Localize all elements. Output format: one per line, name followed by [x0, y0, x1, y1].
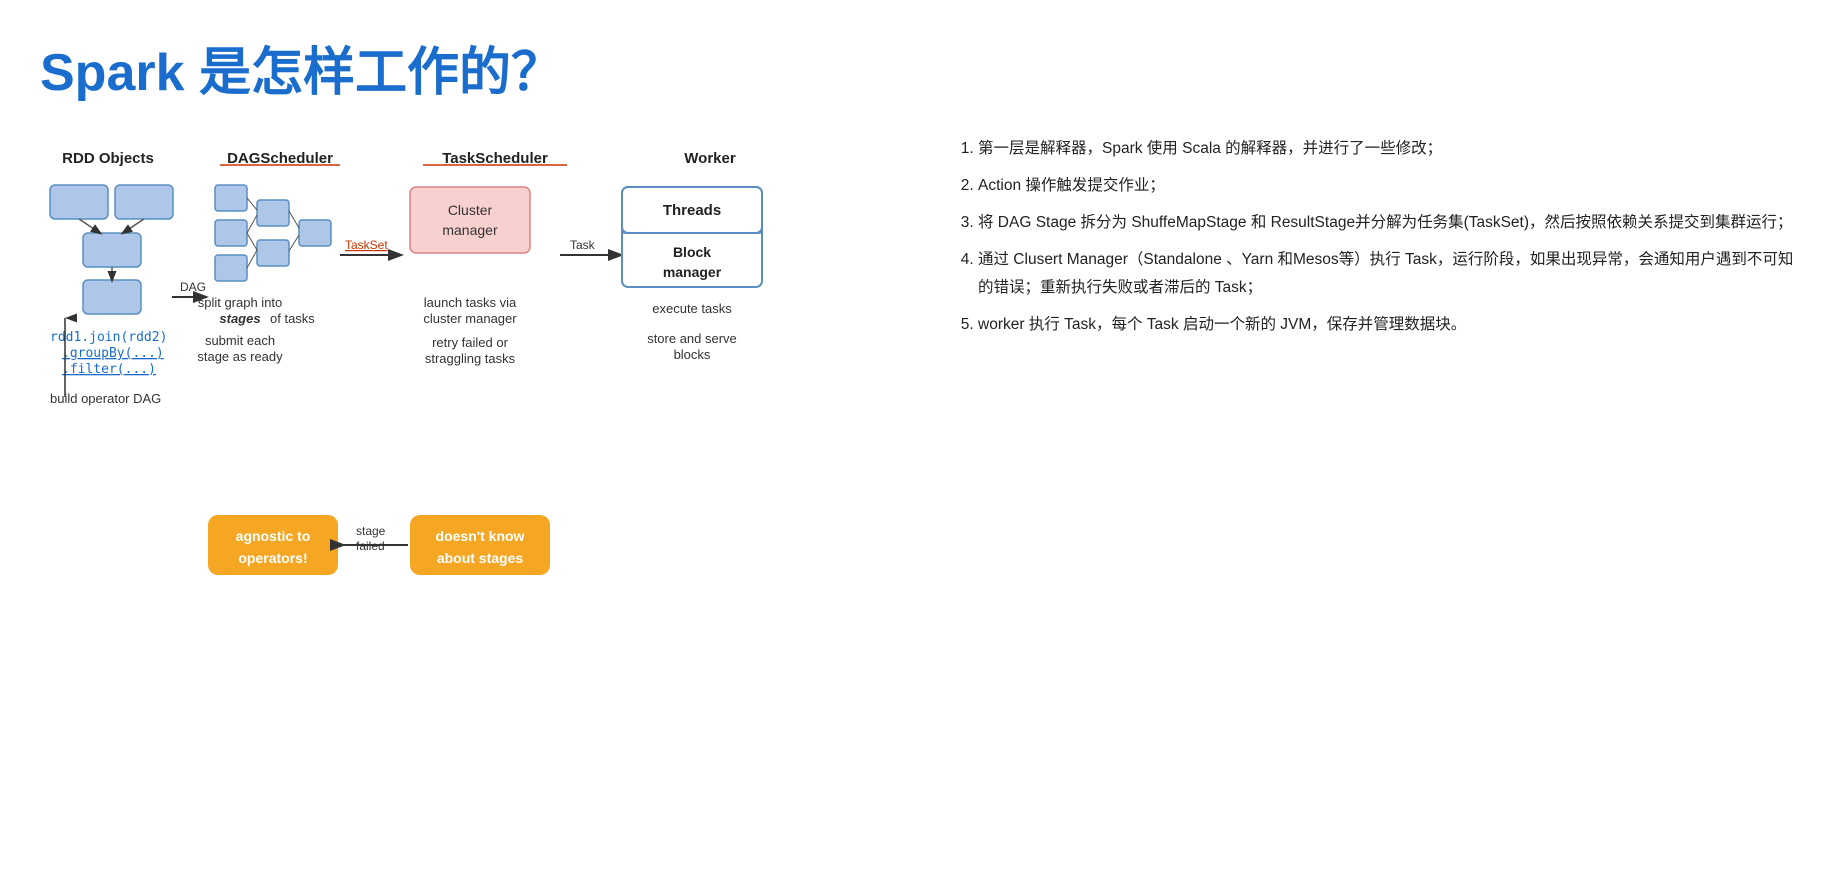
dag-desc-2b: stage as ready	[197, 349, 283, 364]
note-item-2: Action 操作触发提交作业；	[978, 172, 1802, 199]
notes-section: 第一层是解释器，Spark 使用 Scala 的解释器，并进行了一些修改； Ac…	[950, 135, 1802, 348]
dag-badge-line1: agnostic to	[236, 528, 311, 544]
dag-badge-line2: operators!	[238, 550, 307, 566]
dag-desc-2a: submit each	[205, 333, 275, 348]
task-worker-label: Task	[570, 238, 596, 252]
dag-desc-of-tasks: of tasks	[270, 311, 315, 326]
note-item-5: worker 执行 Task，每个 Task 启动一个新的 JVM，保存并管理数…	[978, 311, 1802, 338]
col-header-worker: Worker	[684, 150, 736, 167]
worker-block-line2: manager	[663, 264, 722, 280]
task-desc-2b: straggling tasks	[425, 351, 516, 366]
st-arrow-5	[289, 211, 299, 228]
st-arrow-6	[289, 235, 299, 251]
task-desc-1a: launch tasks via	[424, 295, 517, 310]
page-title: Spark 是怎样工作的？	[40, 30, 1802, 105]
note-item-3: 将 DAG Stage 拆分为 ShuffeMapStage 和 ResultS…	[978, 209, 1802, 236]
dag-desc-stages: stages	[219, 311, 260, 326]
task-badge-line2: about stages	[437, 550, 524, 566]
stage-box-1-1	[215, 185, 247, 211]
cluster-manager-line1: Cluster	[448, 202, 493, 218]
task-orange-badge	[410, 515, 550, 575]
worker-desc-2a: store and serve	[647, 331, 737, 346]
notes-list: 第一层是解释器，Spark 使用 Scala 的解释器，并进行了一些修改； Ac…	[950, 135, 1802, 338]
col-header-rdd: RDD Objects	[62, 150, 154, 167]
rdd-arrow-2	[123, 219, 144, 233]
task-desc-1b: cluster manager	[423, 311, 517, 326]
stage-failed-label-2: failed	[356, 539, 385, 553]
st-arrow-3	[247, 250, 257, 268]
code-line2: .groupBy(...)	[62, 346, 164, 361]
task-badge-line1: doesn't know	[436, 528, 525, 544]
rdd-box-4	[83, 280, 141, 314]
cluster-manager-line2: manager	[442, 222, 498, 238]
main-content: RDD Objects DAGScheduler TaskScheduler W…	[40, 135, 1802, 730]
dag-desc-1: split graph into	[198, 295, 283, 310]
worker-desc-2b: blocks	[674, 347, 711, 362]
taskset-label: TaskSet	[345, 238, 388, 252]
stage-box-2-2	[257, 240, 289, 266]
st-arrow-2	[247, 215, 257, 233]
code-line1: rdd1.join(rdd2)	[50, 330, 167, 345]
diagram-svg: RDD Objects DAGScheduler TaskScheduler W…	[40, 135, 900, 725]
st-arrow-4	[247, 233, 257, 250]
rdd-box-3	[83, 233, 141, 267]
note-item-1: 第一层是解释器，Spark 使用 Scala 的解释器，并进行了一些修改；	[978, 135, 1802, 162]
build-dag-label: build operator DAG	[50, 391, 161, 406]
dag-orange-badge	[208, 515, 338, 575]
cluster-manager-box	[410, 187, 530, 253]
stage-box-1-2	[215, 220, 247, 246]
worker-threads-label: Threads	[663, 202, 721, 219]
diagram-area: RDD Objects DAGScheduler TaskScheduler W…	[40, 135, 910, 730]
stage-box-3-1	[299, 220, 331, 246]
stage-box-1-3	[215, 255, 247, 281]
rdd-box-2	[115, 185, 173, 219]
stage-failed-label-1: stage	[356, 524, 386, 538]
rdd-arrow-1	[79, 219, 100, 233]
task-desc-2a: retry failed or	[432, 335, 509, 350]
worker-desc-1: execute tasks	[652, 301, 732, 316]
note-item-4: 通过 Clusert Manager（Standalone 、Yarn 和Mes…	[978, 246, 1802, 300]
rdd-box-1	[50, 185, 108, 219]
dag-arrow-label: DAG	[180, 280, 206, 294]
code-line3: .filter(...)	[62, 362, 156, 377]
worker-block-line1: Block	[673, 244, 711, 260]
st-arrow-1	[247, 198, 257, 210]
stage-box-2-1	[257, 200, 289, 226]
